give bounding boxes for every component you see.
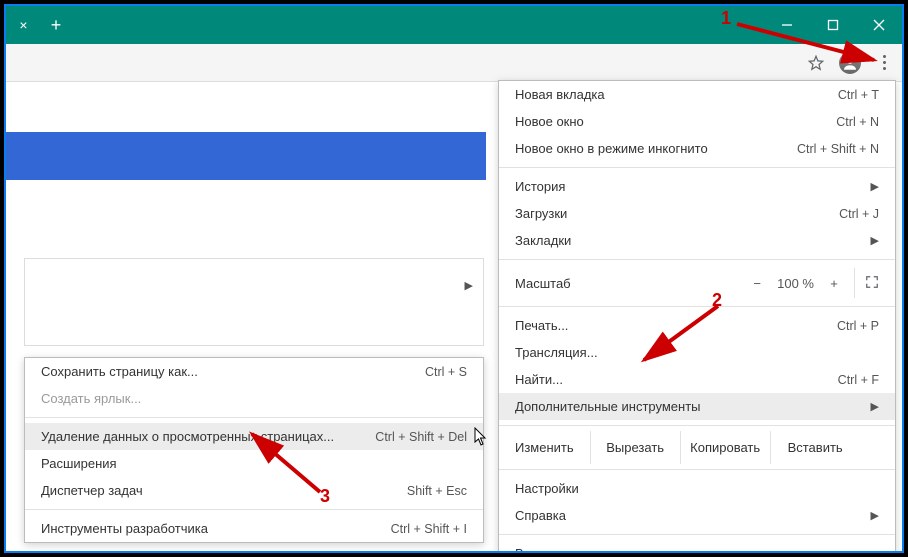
menu-item-label: Загрузки bbox=[515, 206, 809, 221]
menu-item-label: Новое окно в режиме инкогнито bbox=[515, 141, 767, 156]
menu-item-zoom: Масштаб − 100 % + bbox=[499, 265, 895, 301]
menu-item-label: Создать ярлык... bbox=[41, 391, 467, 406]
annotation-arrow-1 bbox=[732, 14, 892, 74]
menu-item-incognito[interactable]: Новое окно в режиме инкогнито Ctrl + Shi… bbox=[499, 135, 895, 162]
menu-separator bbox=[499, 259, 895, 260]
menu-item-shortcut: Ctrl + N bbox=[806, 115, 879, 129]
menu-separator bbox=[499, 469, 895, 470]
menu-item-label: История bbox=[515, 179, 871, 194]
browser-window: × + bbox=[4, 4, 904, 553]
plus-icon: + bbox=[51, 15, 62, 36]
annotation-arrow-3 bbox=[236, 424, 336, 504]
cursor-icon bbox=[474, 427, 488, 447]
menu-item-help[interactable]: Справка ▶ bbox=[499, 502, 895, 529]
menu-separator bbox=[25, 417, 483, 418]
menu-item-label: Дополнительные инструменты bbox=[515, 399, 871, 414]
zoom-label: Масштаб bbox=[515, 276, 747, 291]
menu-separator bbox=[499, 167, 895, 168]
menu-item-bookmarks[interactable]: Закладки ▶ bbox=[499, 227, 895, 254]
menu-item-shortcut: Ctrl + T bbox=[808, 88, 879, 102]
new-tab-button[interactable]: + bbox=[41, 6, 71, 44]
menu-item-shortcut: Ctrl + Shift + N bbox=[767, 142, 879, 156]
menu-item-label: Закладки bbox=[515, 233, 871, 248]
submenu-item-create-shortcut: Создать ярлык... bbox=[25, 385, 483, 412]
chevron-right-icon: ▶ bbox=[465, 279, 473, 292]
menu-item-label: Сохранить страницу как... bbox=[41, 364, 395, 379]
menu-item-history[interactable]: История ▶ bbox=[499, 173, 895, 200]
cut-button[interactable]: Вырезать bbox=[590, 431, 680, 464]
menu-item-label: Справка bbox=[515, 508, 871, 523]
menu-item-shortcut: Ctrl + F bbox=[808, 373, 879, 387]
chevron-right-icon: ▶ bbox=[871, 180, 879, 193]
submenu-item-save-page[interactable]: Сохранить страницу как... Ctrl + S bbox=[25, 358, 483, 385]
menu-item-label: Выход bbox=[515, 546, 879, 553]
edit-label: Изменить bbox=[499, 431, 590, 464]
menu-item-label: Настройки bbox=[515, 481, 879, 496]
menu-item-shortcut: Shift + Esc bbox=[377, 484, 467, 498]
fullscreen-icon bbox=[865, 275, 879, 289]
chevron-right-icon: ▶ bbox=[871, 509, 879, 522]
menu-item-more-tools[interactable]: Дополнительные инструменты ▶ bbox=[499, 393, 895, 420]
menu-item-downloads[interactable]: Загрузки Ctrl + J bbox=[499, 200, 895, 227]
menu-item-shortcut: Ctrl + Shift + Del bbox=[345, 430, 467, 444]
menu-item-settings[interactable]: Настройки bbox=[499, 475, 895, 502]
menu-item-exit[interactable]: Выход bbox=[499, 540, 895, 553]
fullscreen-button[interactable] bbox=[865, 275, 879, 292]
chevron-right-icon: ▶ bbox=[871, 400, 879, 413]
menu-item-edit-row: Изменить Вырезать Копировать Вставить bbox=[499, 431, 895, 464]
menu-separator bbox=[25, 509, 483, 510]
copy-button[interactable]: Копировать bbox=[680, 431, 770, 464]
page-panel: ▶ bbox=[24, 258, 484, 346]
page-header-bar bbox=[6, 132, 486, 180]
menu-item-new-window[interactable]: Новое окно Ctrl + N bbox=[499, 108, 895, 135]
zoom-in-button[interactable]: + bbox=[824, 276, 844, 291]
menu-item-label: Инструменты разработчика bbox=[41, 521, 361, 536]
zoom-value: 100 % bbox=[777, 276, 814, 291]
chevron-right-icon: ▶ bbox=[871, 234, 879, 247]
annotation-1: 1 bbox=[721, 8, 731, 29]
paste-button[interactable]: Вставить bbox=[770, 431, 860, 464]
menu-item-shortcut: Ctrl + Shift + I bbox=[361, 522, 467, 536]
close-icon: × bbox=[19, 17, 27, 33]
menu-item-shortcut: Ctrl + J bbox=[809, 207, 879, 221]
menu-item-label: Новое окно bbox=[515, 114, 806, 129]
menu-item-shortcut: Ctrl + P bbox=[807, 319, 879, 333]
menu-item-new-tab[interactable]: Новая вкладка Ctrl + T bbox=[499, 81, 895, 108]
menu-item-label: Новая вкладка bbox=[515, 87, 808, 102]
tab-close-button[interactable]: × bbox=[6, 6, 41, 44]
menu-separator bbox=[499, 425, 895, 426]
annotation-arrow-2 bbox=[626, 300, 736, 380]
menu-item-shortcut: Ctrl + S bbox=[395, 365, 467, 379]
zoom-out-button[interactable]: − bbox=[747, 276, 767, 291]
menu-separator bbox=[499, 534, 895, 535]
submenu-item-dev-tools[interactable]: Инструменты разработчика Ctrl + Shift + … bbox=[25, 515, 483, 542]
